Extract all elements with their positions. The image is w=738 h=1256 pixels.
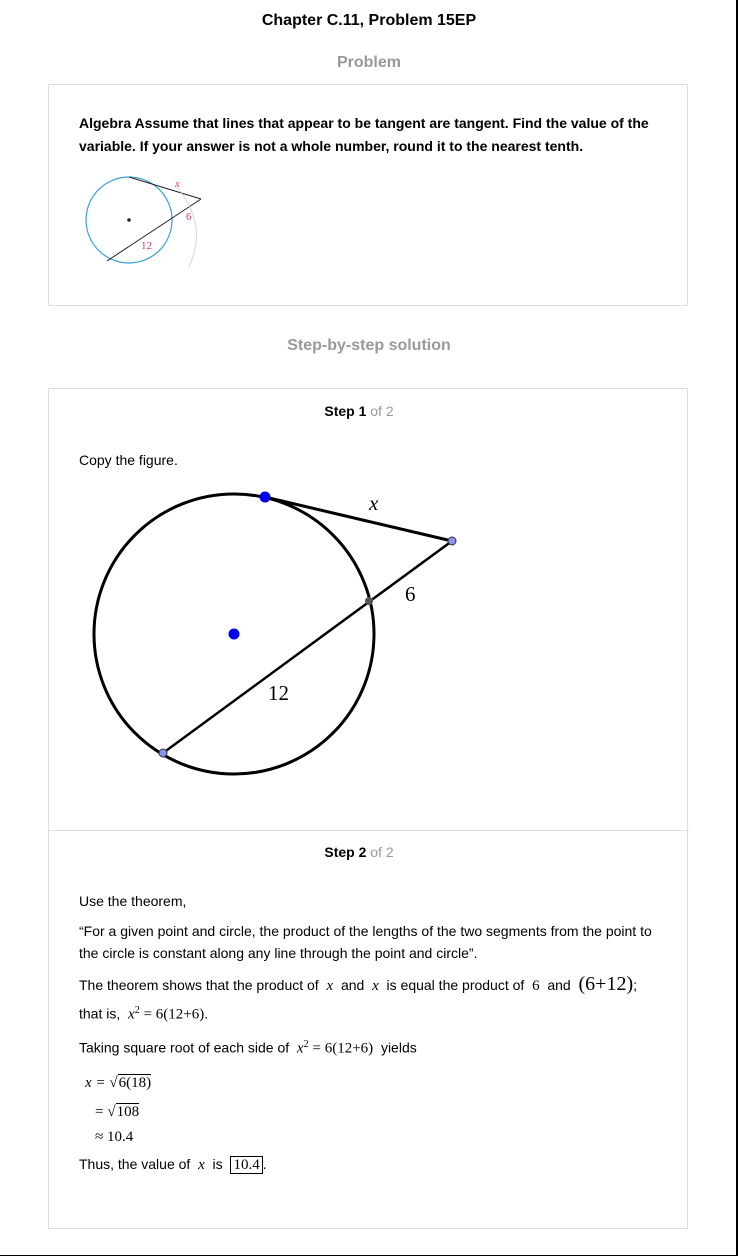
step-1-figure: x 6 12: [92, 491, 457, 776]
period: .: [204, 1005, 209, 1022]
tangent-segment: [264, 495, 453, 543]
step-1-label: Step 1: [324, 403, 367, 419]
center-point: [228, 628, 240, 640]
sqrt-intro: Taking square root of each side of x2 = …: [79, 1034, 664, 1060]
equation-line: that is, x2 = 6(12+6).: [79, 1000, 664, 1026]
step-2-label: Step 2: [324, 844, 367, 860]
label-12: 12: [268, 681, 289, 705]
label-x: x: [368, 491, 379, 515]
that-is-text: that is,: [79, 1005, 121, 1022]
and-text: and: [340, 977, 365, 993]
tangent-point: [259, 491, 271, 503]
problem-label-6: 6: [186, 211, 192, 223]
step-divider: [49, 830, 689, 831]
step-1-header: Step 1 of 2: [49, 403, 669, 419]
value-6: 6: [532, 978, 540, 994]
problem-arc-sketch: [174, 184, 197, 268]
chapter-title: Chapter C.11, Problem 15EP: [261, 12, 477, 29]
conclusion: Thus, the value of x is 10.4.: [79, 1153, 664, 1176]
secant-far-point: [158, 748, 168, 758]
semicolon: ;: [633, 977, 637, 993]
calc-lhs: x =: [85, 1075, 106, 1091]
label-6: 6: [405, 582, 416, 606]
step-2-header: Step 2 of 2: [49, 844, 669, 860]
equals-sign: =: [95, 1104, 104, 1120]
var-x: x: [128, 1006, 135, 1023]
problem-label-x: x: [174, 178, 180, 190]
final-answer-box: 10.4: [230, 1156, 263, 1174]
product-statement: The theorem shows that the product of x …: [79, 973, 664, 997]
solution-heading: Step-by-step solution: [287, 337, 451, 354]
calc-line-1: x = √6(18): [85, 1074, 152, 1091]
sqrt-text: Taking square root of each side of: [79, 1039, 290, 1056]
problem-text: Algebra Assume that lines that appear to…: [79, 115, 649, 154]
exponent: 2: [134, 1005, 140, 1016]
equation-rhs: = 6(12+6): [143, 1006, 205, 1023]
problem-label-12: 12: [141, 240, 152, 252]
exponent: 2: [303, 1039, 309, 1050]
equation-rhs: = 6(12+6): [312, 1040, 374, 1057]
problem-figure: x 6 12: [85, 176, 202, 268]
yields-text: yields: [380, 1039, 417, 1056]
period: .: [262, 1156, 267, 1172]
approx-value: ≈ 10.4: [95, 1129, 134, 1145]
var-x: x: [372, 978, 379, 994]
var-x: x: [198, 1157, 205, 1173]
problem-heading: Problem: [336, 54, 401, 71]
step-2-of: of 2: [370, 844, 394, 860]
steps-card: Step 1 of 2 Copy the figure. x 6 12 Step…: [48, 388, 689, 1229]
step-1-intro: Copy the figure.: [79, 452, 178, 468]
secant-near-point: [365, 597, 373, 605]
calc-line-2: = √108: [95, 1103, 140, 1120]
problem-card: Algebra Assume that lines that appear to…: [48, 84, 688, 306]
calc-line-3: ≈ 10.4: [95, 1125, 680, 1148]
var-x: x: [326, 978, 334, 994]
external-point: [447, 536, 457, 546]
and-text: and: [547, 977, 571, 993]
radicand-2: 108: [115, 1103, 140, 1120]
product-text-2: is equal the product of: [386, 977, 525, 993]
problem-center-dot: [127, 218, 131, 222]
problem-secant: [106, 198, 202, 262]
theorem-quote: “For a given point and circle, the produ…: [79, 923, 652, 961]
secant-segment: [162, 539, 453, 755]
theorem-intro: Use the theorem,: [79, 893, 187, 909]
product-text: The theorem shows that the product of: [79, 977, 319, 993]
step-1-of: of 2: [370, 403, 394, 419]
conclusion-text: Thus, the value of: [79, 1156, 191, 1172]
var-x: x: [296, 1040, 304, 1057]
expr-6-plus-12: (6+12): [578, 973, 634, 995]
radicand-1: 6(18): [117, 1074, 152, 1091]
is-text: is: [212, 1156, 223, 1172]
